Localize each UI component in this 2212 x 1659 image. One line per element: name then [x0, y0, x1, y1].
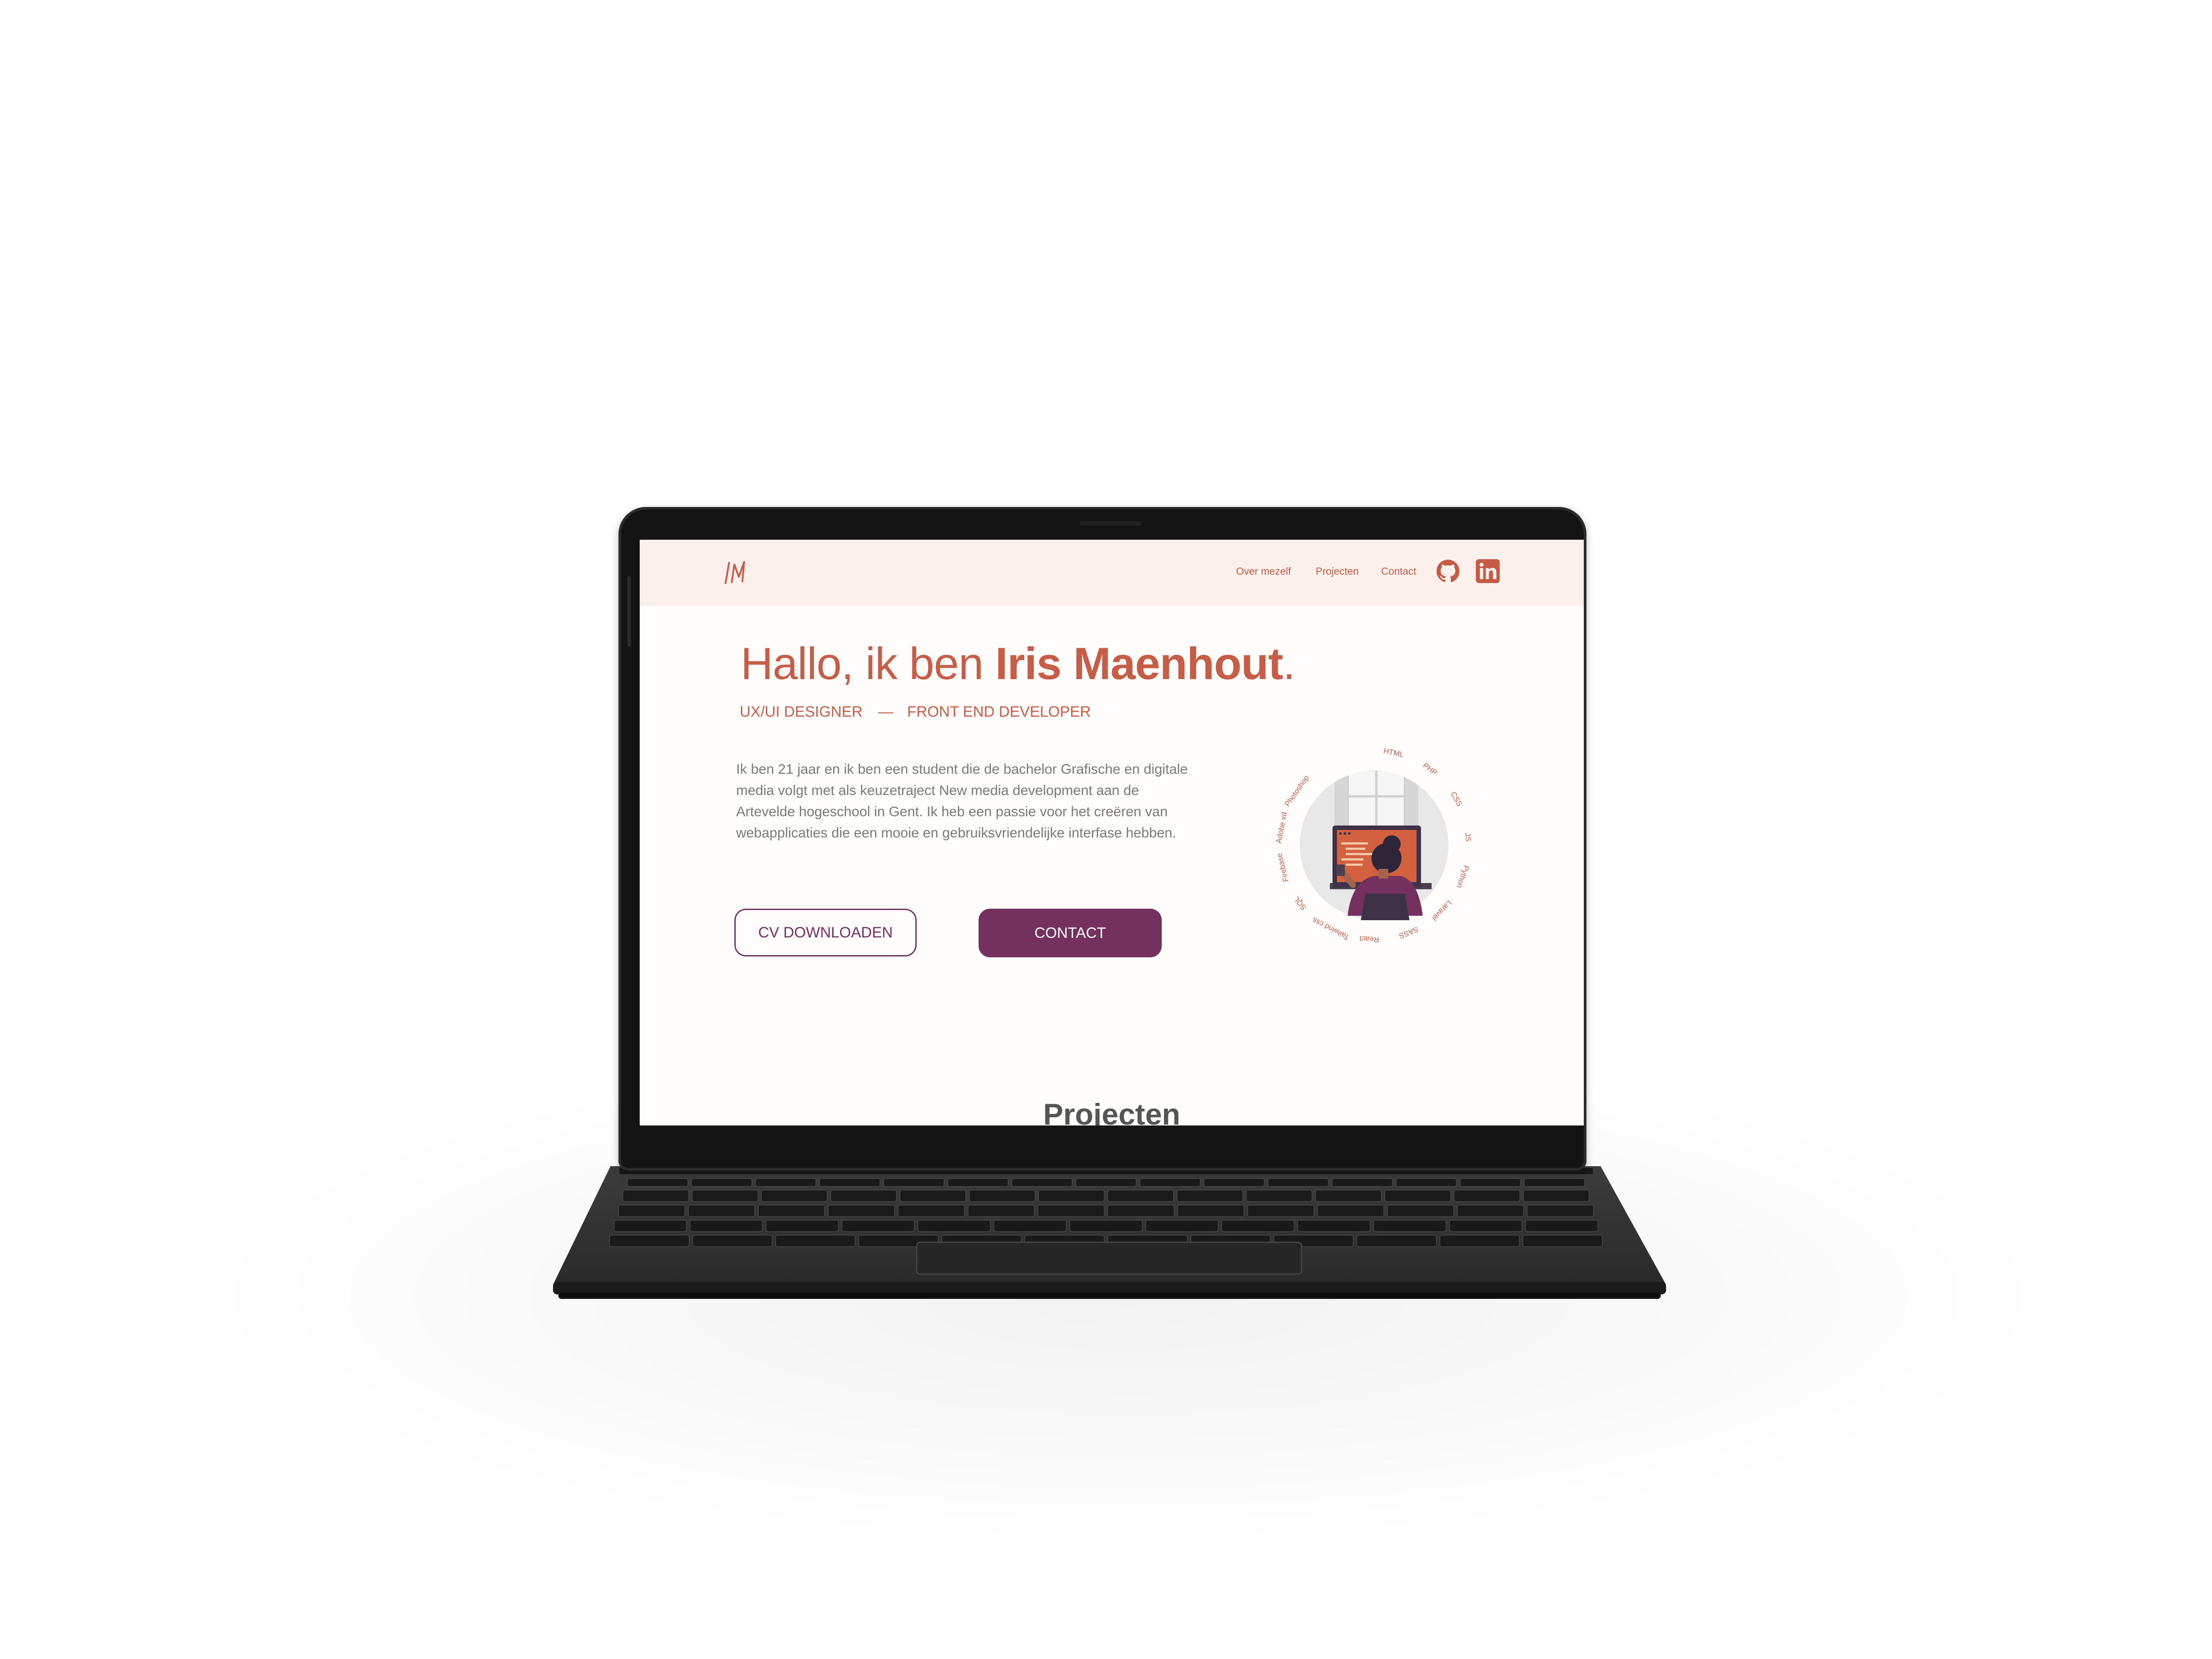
keyboard-key [691, 1178, 753, 1187]
keyboard-key [1459, 1178, 1521, 1187]
skill-label: Firebase [1275, 853, 1290, 883]
skill-label: Python [1455, 864, 1471, 889]
skill-label: HTML [1383, 747, 1405, 759]
keyboard-key [618, 1205, 685, 1217]
skill-label: SQL [1292, 895, 1308, 912]
linkedin-icon[interactable] [1476, 559, 1500, 583]
nav-link-contact[interactable]: Contact [1381, 565, 1416, 577]
navbar: Over mezelf Projecten Contact [640, 540, 1584, 606]
section-title-projecten: Projecten [1043, 1098, 1180, 1125]
keyboard-key [1297, 1220, 1371, 1232]
keyboard-key [1139, 1178, 1201, 1187]
skill-label: SASS [1398, 925, 1419, 940]
keyboard-key [775, 1235, 856, 1247]
keyboard-key [968, 1205, 1035, 1217]
skill-label: React [1359, 934, 1379, 944]
keyboard-key [1145, 1220, 1219, 1232]
role-front-end: FRONT END DEVELOPER [907, 703, 1091, 720]
keyboard-key [1267, 1178, 1329, 1187]
keyboard-key [1075, 1178, 1137, 1187]
keyboard-key [819, 1178, 880, 1187]
skill-label: PHP [1421, 761, 1439, 777]
keyboard-key [947, 1178, 1009, 1187]
keyboard-key [899, 1190, 966, 1202]
keyboard-key [755, 1178, 817, 1187]
hero-illustration: HTML PHP CSS JS PythonLaravel SASS React Tailwi… [1275, 747, 1473, 944]
side-button [627, 576, 631, 647]
keyboard-key [609, 1235, 690, 1247]
trackpad[interactable] [916, 1241, 1302, 1275]
hero-title: Hallo, ik ben Iris Maenhout. [741, 638, 1295, 690]
hero-period: . [1283, 638, 1295, 689]
screen: Over mezelf Projecten Contact Hallo, ik … [640, 540, 1584, 1125]
keyboard-key [883, 1178, 945, 1187]
keyboard-key [1203, 1178, 1265, 1187]
keyboard-key [1332, 1178, 1393, 1187]
skill-label: JS [1463, 833, 1473, 842]
keyboard-key [1373, 1220, 1447, 1232]
keyboard-key [1037, 1205, 1105, 1217]
nav-link-over-mezelf[interactable]: Over mezelf [1236, 565, 1291, 577]
skill-label: Adobe xd [1275, 811, 1289, 844]
keyboard-key [1315, 1190, 1382, 1202]
keyboard-key [758, 1205, 825, 1217]
skill-label: Tailwind css [1311, 916, 1351, 941]
keyboard-key [1247, 1205, 1314, 1217]
logo-icon[interactable] [719, 557, 755, 588]
keyboard-key [1221, 1220, 1294, 1232]
keyboard-key [1107, 1190, 1174, 1202]
keyboard-key [1069, 1220, 1143, 1232]
skill-label: Photoshop [1283, 774, 1310, 808]
keyboard-key [627, 1178, 688, 1187]
keyboard-key [1522, 1235, 1603, 1247]
hero-name: Iris Maenhout [995, 638, 1283, 689]
keyboard-key [918, 1220, 991, 1232]
contact-button[interactable]: CONTACT [979, 909, 1162, 957]
keyboard-key [1524, 1178, 1585, 1187]
keyboard-key [1011, 1178, 1073, 1187]
role-separator: — [878, 703, 894, 720]
keyboard-key [969, 1190, 1036, 1202]
keyboard-key [830, 1190, 897, 1202]
keyboard-key [688, 1205, 755, 1217]
keyboard-key [841, 1220, 915, 1232]
keyboard-key [689, 1220, 763, 1232]
skill-label: CSS [1449, 790, 1464, 808]
keyboard-key [1384, 1190, 1451, 1202]
role-ux-ui: UX/UI DESIGNER [740, 703, 863, 720]
keyboard-key [1107, 1205, 1175, 1217]
keyboard-key [1523, 1190, 1590, 1202]
keyboard-key [1449, 1220, 1523, 1232]
skill-label: Laravel [1430, 899, 1453, 922]
keyboard-key [765, 1220, 839, 1232]
keyboard-key [1525, 1220, 1598, 1232]
nav-link-projecten[interactable]: Projecten [1316, 565, 1359, 577]
keyboard-key [691, 1190, 758, 1202]
keyboard-key [1176, 1190, 1243, 1202]
camera-bar [1079, 521, 1141, 526]
keyboard-key [692, 1235, 773, 1247]
intro-text: Ik ben 21 jaar en ik ben een student die… [736, 761, 1188, 841]
keyboard-key [761, 1190, 828, 1202]
keyboard-key [1439, 1235, 1520, 1247]
keyboard-key [828, 1205, 895, 1217]
keyboard-key [993, 1220, 1067, 1232]
cv-download-button[interactable]: CV DOWNLOADEN [734, 909, 917, 956]
keyboard-key [1356, 1235, 1437, 1247]
keyboard-key [1317, 1205, 1384, 1217]
keyboard-key [1527, 1205, 1594, 1217]
keyboard-key [1454, 1190, 1521, 1202]
hero-greeting: Hallo, ik ben [741, 638, 995, 689]
keyboard-key [1177, 1205, 1244, 1217]
keyboard-key [898, 1205, 965, 1217]
keyboard-key [1387, 1205, 1454, 1217]
keyboard-key [622, 1190, 689, 1202]
keyboard-key [614, 1220, 687, 1232]
keyboard-key [1457, 1205, 1524, 1217]
github-icon[interactable] [1436, 559, 1460, 583]
keyboard-key [1246, 1190, 1313, 1202]
keyboard-key [1038, 1190, 1105, 1202]
hero-subtitle: UX/UI DESIGNER — FRONT END DEVELOPER [740, 703, 1091, 721]
keyboard-key [1395, 1178, 1457, 1187]
